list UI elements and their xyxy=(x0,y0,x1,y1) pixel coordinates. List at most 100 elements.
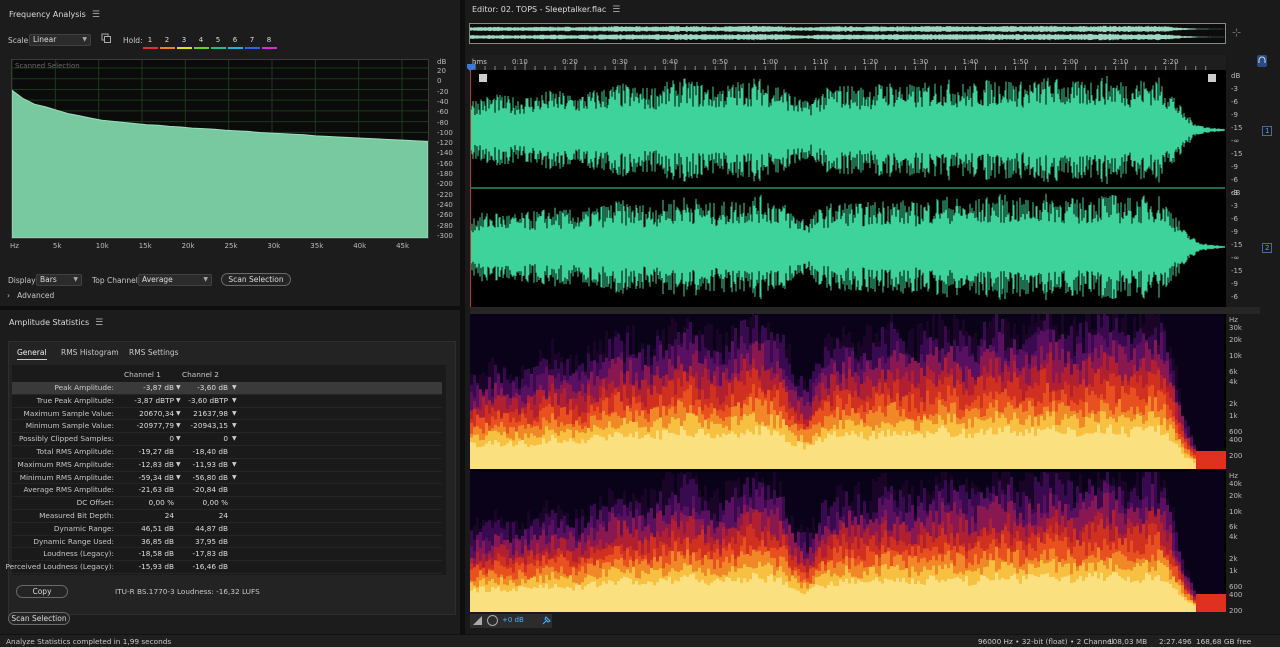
top-channel-select[interactable]: Average ▼ xyxy=(138,274,212,286)
editor-panel: Editor: 02. TOPS - Sleeptalker.flac ☰ ⊹ h… xyxy=(465,0,1280,634)
db-tick-label: -9 xyxy=(1231,111,1238,119)
go-to-marker-icon[interactable]: ▼ xyxy=(232,459,237,472)
stats-row: Dynamic Range Used: 36,85 dB 37,95 dB xyxy=(12,536,442,549)
y-tick-label: -120 xyxy=(437,139,453,148)
time-label: 0:50 xyxy=(712,58,728,66)
go-to-marker-icon[interactable]: ▼ xyxy=(176,382,181,395)
overview-waveform xyxy=(469,25,1225,41)
y-tick-label: -260 xyxy=(437,211,453,220)
top-channel-value: Average xyxy=(142,275,173,284)
go-to-marker-icon[interactable]: ▼ xyxy=(232,382,237,395)
stat-channel-1-value: 20670,34 xyxy=(139,408,174,418)
stat-channel-2-value: 44,87 dB xyxy=(195,523,228,533)
stats-row: Minimum RMS Amplitude: -59,34 dB -56,80 dB… xyxy=(12,472,442,485)
hold-channel-6-button[interactable]: 6 xyxy=(228,34,242,46)
db-tick-label: -6 xyxy=(1231,293,1238,301)
db-tick-label: -15 xyxy=(1231,124,1243,132)
stat-channel-2-value: -18,40 dB xyxy=(192,447,228,456)
scan-selection-button-amp[interactable]: Scan Selection xyxy=(8,612,70,625)
panel-menu-icon[interactable]: ☰ xyxy=(92,10,100,20)
tab-rms-settings[interactable]: RMS Settings xyxy=(129,348,179,357)
channel-2-badge[interactable]: 2 xyxy=(1262,243,1273,253)
x-tick-label: 45k xyxy=(396,242,410,250)
go-to-marker-icon[interactable]: ▼ xyxy=(176,459,181,472)
hz-tick-label: 10k xyxy=(1229,352,1242,360)
fade-in-handle-icon[interactable] xyxy=(479,74,487,82)
stats-row: Possibly Clipped Samples: 0 0 ▼ ▼ xyxy=(12,433,442,446)
overview-navigator[interactable] xyxy=(469,23,1226,44)
copy-graph-icon[interactable] xyxy=(101,33,111,43)
panel-menu-icon[interactable]: ☰ xyxy=(95,318,103,328)
hz-tick-label: 2k xyxy=(1229,400,1238,408)
chevron-right-icon: › xyxy=(7,291,10,300)
col-channel-1: Channel 1 xyxy=(124,370,161,379)
go-to-marker-icon[interactable]: ▼ xyxy=(232,395,237,408)
hz-tick-label: 30k xyxy=(1229,324,1242,332)
display-select[interactable]: Bars ▼ xyxy=(36,274,82,286)
amplitude-statistics-panel: Amplitude Statistics ☰ General RMS Histog… xyxy=(0,310,460,634)
view-splitter[interactable] xyxy=(470,307,1260,314)
go-to-marker-icon[interactable]: ▼ xyxy=(232,408,237,421)
scale-select[interactable]: Linear ▼ xyxy=(29,34,91,46)
fade-out-handle-icon[interactable] xyxy=(1208,74,1216,82)
hold-channel-8-button[interactable]: 8 xyxy=(262,34,276,46)
go-to-marker-icon[interactable]: ▼ xyxy=(176,433,181,446)
stat-channel-2-value: -16,46 dB xyxy=(192,562,228,572)
db-tick-label: -∞ xyxy=(1231,254,1240,262)
time-label: 1:50 xyxy=(1012,58,1029,66)
volume-knob-icon[interactable] xyxy=(487,615,498,626)
waveform-view[interactable] xyxy=(470,70,1226,307)
copy-button[interactable]: Copy xyxy=(16,585,68,598)
editor-title-bar: Editor: 02. TOPS - Sleeptalker.flac ☰ xyxy=(472,5,620,15)
tab-rms-histogram[interactable]: RMS Histogram xyxy=(61,348,119,357)
hz-tick-label: 10k xyxy=(1229,507,1242,516)
spectral-view[interactable] xyxy=(470,314,1226,612)
go-to-marker-icon[interactable]: ▼ xyxy=(176,395,181,408)
db-tick-label: -∞ xyxy=(1231,137,1240,145)
channel-1-badge[interactable]: 1 xyxy=(1262,126,1273,136)
scale-label: Scale: xyxy=(8,36,31,45)
go-to-marker-icon[interactable]: ▼ xyxy=(176,408,181,421)
panel-menu-icon[interactable]: ☰ xyxy=(612,5,620,15)
hold-channel-5-button[interactable]: 5 xyxy=(211,34,225,46)
zoom-navigator-icon[interactable]: ⊹ xyxy=(1232,26,1241,39)
advanced-toggle[interactable]: › Advanced xyxy=(7,291,54,300)
display-label: Display: xyxy=(8,276,38,285)
time-label: 0:40 xyxy=(662,58,678,66)
spectrum-area xyxy=(12,89,428,238)
stats-row: Minimum Sample Value: -20977,79 -20943,15 ▼… xyxy=(12,420,442,434)
stat-label: Maximum Sample Value: xyxy=(23,408,114,418)
go-to-marker-icon[interactable]: ▼ xyxy=(232,420,237,433)
volume-value[interactable]: +0 dB xyxy=(502,616,524,624)
stat-label: Measured Bit Depth: xyxy=(39,511,114,520)
hold-channel-3-button[interactable]: 3 xyxy=(177,34,191,46)
hold-channel-2-button[interactable]: 2 xyxy=(160,34,174,46)
chevron-down-icon: ▼ xyxy=(203,276,208,283)
stat-channel-1-value: -18,58 dB xyxy=(138,549,174,559)
headphones-icon[interactable] xyxy=(1257,55,1267,67)
db-tick-label: -15 xyxy=(1231,241,1243,249)
status-file-size: 108,03 MB xyxy=(1108,637,1148,646)
graph-label: Scanned Selection xyxy=(15,62,80,70)
go-to-marker-icon[interactable]: ▼ xyxy=(232,472,237,485)
stat-channel-2-value: 0 xyxy=(223,434,228,444)
y-tick-label: -100 xyxy=(437,128,453,137)
stat-label: Minimum RMS Amplitude: xyxy=(19,472,114,482)
stat-label: True Peak Amplitude: xyxy=(36,395,114,405)
y-tick-label: -200 xyxy=(437,180,453,189)
go-to-marker-icon[interactable]: ▼ xyxy=(232,433,237,446)
channel-color-swatch xyxy=(177,47,192,49)
tab-general[interactable]: General xyxy=(17,348,47,360)
scan-selection-button-freq[interactable]: Scan Selection xyxy=(221,273,291,286)
gain-icon[interactable] xyxy=(473,616,482,625)
hz-tick-label: 20k xyxy=(1229,491,1242,500)
stat-channel-1-value: 24 xyxy=(164,511,174,520)
go-to-marker-icon[interactable]: ▼ xyxy=(176,420,181,433)
stats-row: Maximum RMS Amplitude: -12,83 dB -11,93 dB… xyxy=(12,459,442,472)
hold-channel-7-button[interactable]: 7 xyxy=(245,34,259,46)
hold-channel-4-button[interactable]: 4 xyxy=(194,34,208,46)
go-to-marker-icon[interactable]: ▼ xyxy=(176,472,181,485)
pin-icon[interactable] xyxy=(542,616,551,625)
hz-tick-label: 1k xyxy=(1229,412,1238,420)
hold-channel-1-button[interactable]: 1 xyxy=(143,34,157,46)
